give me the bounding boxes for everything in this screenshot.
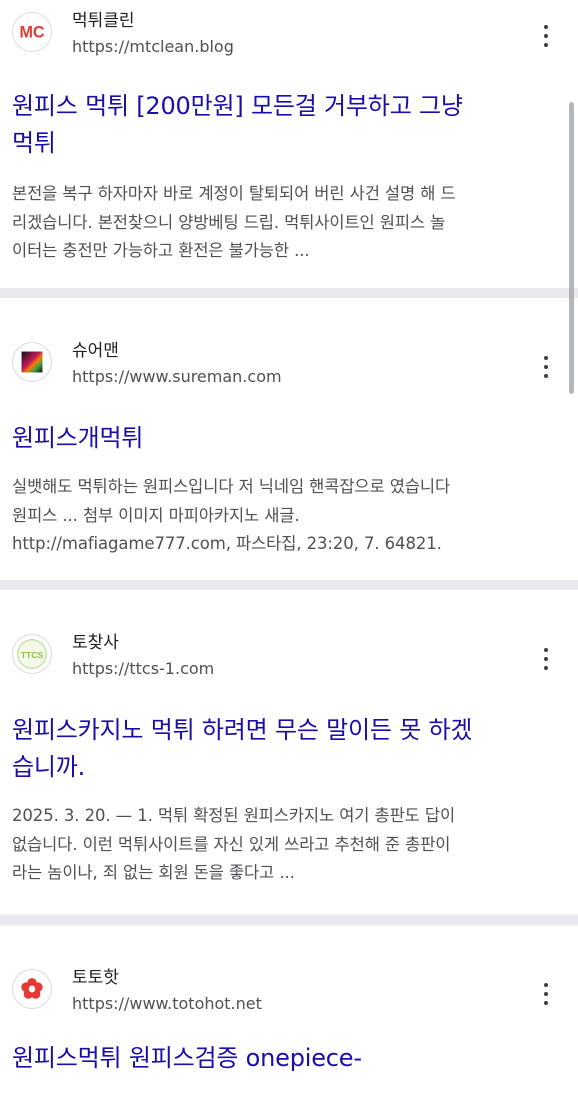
sureman-logo-icon <box>12 342 52 382</box>
result-title-link[interactable]: 원피스개먹튀 <box>12 420 552 457</box>
search-result: 토토핫 https://www.totohot.net 원피스먹튀 원피스검증 … <box>0 925 578 1097</box>
result-source[interactable]: MC 먹튀클린 https://mtclean.blog <box>12 0 578 68</box>
site-name: 토찾사 <box>72 633 119 653</box>
site-name: 먹튀클린 <box>72 11 135 31</box>
svg-text:TTCS: TTCS <box>21 650 44 660</box>
result-title-link[interactable]: 원피스 먹튀 [200만원] 모든걸 거부하고 그냥 먹튀 <box>12 88 552 162</box>
more-options-button[interactable] <box>534 23 558 49</box>
result-title-link[interactable]: 원피스먹튀 원피스검증 onepiece- <box>12 1040 552 1077</box>
totohot-flower-icon <box>12 969 52 1009</box>
result-source[interactable]: TTCS 토찾사 https://ttcs-1.com <box>12 590 578 678</box>
page-scrollbar[interactable] <box>569 102 574 394</box>
mc-logo-icon: MC <box>12 12 52 52</box>
svg-text:MC: MC <box>19 24 44 42</box>
result-divider <box>0 915 578 925</box>
result-divider <box>0 580 578 590</box>
result-snippet: 2025. 3. 20. — 1. 먹튀 확정된 원피스카지노 여기 총판도 답… <box>12 806 456 882</box>
result-divider <box>0 288 578 298</box>
more-options-button[interactable] <box>534 354 558 380</box>
site-url: https://www.totohot.net <box>72 994 262 1013</box>
result-snippet: 실뱃해도 먹튀하는 원피스입니다 저 닉네임 핸콕잡으로 였습니다 원피스 ..… <box>12 477 451 553</box>
ttcs-logo-icon: TTCS <box>12 634 52 674</box>
result-snippet: 본전을 복구 하자마자 바로 계정이 탈퇴되어 버린 사건 설명 해 드 리겠습… <box>12 184 456 260</box>
more-options-button[interactable] <box>534 981 558 1007</box>
result-title-link[interactable]: 원피스카지노 먹튀 하려면 무슨 말이든 못 하겠 습니까. <box>12 712 552 786</box>
site-url: https://www.sureman.com <box>72 367 282 386</box>
search-results: MC 먹튀클린 https://mtclean.blog 원피스 먹튀 [200… <box>0 0 578 1097</box>
search-result: TTCS 토찾사 https://ttcs-1.com 원피스카지노 먹튀 하려… <box>0 590 578 915</box>
more-options-button[interactable] <box>534 646 558 672</box>
search-result: 슈어맨 https://www.sureman.com 원피스개먹튀 실뱃해도 … <box>0 298 578 580</box>
site-name: 슈어맨 <box>72 341 119 361</box>
site-url: https://mtclean.blog <box>72 37 234 56</box>
result-source[interactable]: 슈어맨 https://www.sureman.com <box>12 298 578 386</box>
site-name: 토토핫 <box>72 968 119 988</box>
site-url: https://ttcs-1.com <box>72 659 215 678</box>
search-result: MC 먹튀클린 https://mtclean.blog 원피스 먹튀 [200… <box>0 0 578 288</box>
result-source[interactable]: 토토핫 https://www.totohot.net <box>12 925 578 1013</box>
